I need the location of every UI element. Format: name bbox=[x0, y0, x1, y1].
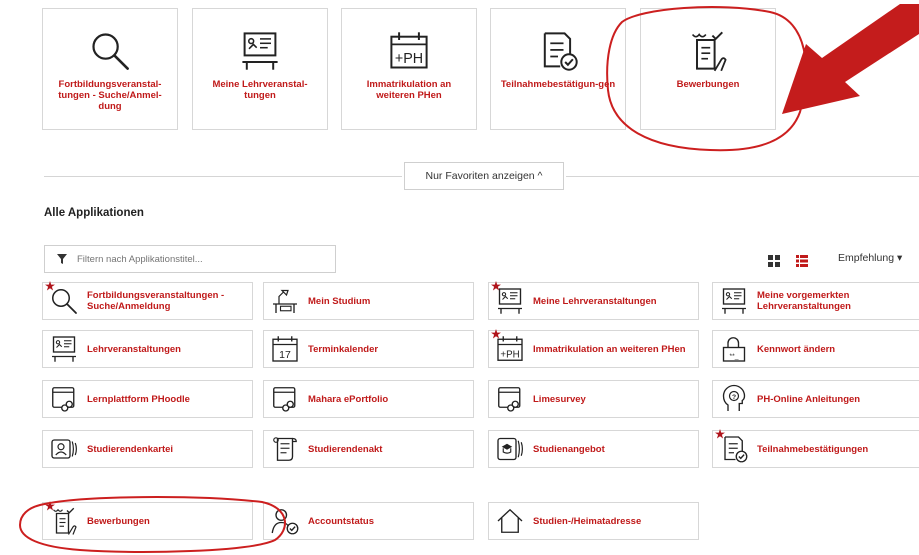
favorite-star-icon bbox=[491, 329, 501, 339]
lecture-board-icon bbox=[717, 286, 751, 316]
id-cards-icon bbox=[47, 434, 81, 464]
app-tile[interactable]: Teilnahmebestätigungen bbox=[712, 429, 919, 468]
app-tile[interactable]: Mein Studium bbox=[263, 282, 474, 320]
app-tile[interactable]: Studierendenakt bbox=[263, 430, 474, 468]
scroll-list-icon bbox=[268, 434, 302, 464]
padlock-icon bbox=[717, 334, 751, 364]
app-tile[interactable]: Studierendenkartei bbox=[42, 430, 253, 468]
app-tile[interactable]: Studien-/Heimatadresse bbox=[488, 502, 699, 540]
favorite-tile[interactable]: Meine Lehrveranstal-tungen bbox=[192, 8, 328, 130]
favorite-star-icon bbox=[45, 501, 55, 511]
app-tile[interactable]: Bewerbungen bbox=[42, 501, 253, 540]
app-tile-label: Studierendenakt bbox=[308, 443, 383, 455]
window-link-icon bbox=[47, 384, 81, 414]
app-tile-label: Mahara ePortfolio bbox=[308, 393, 389, 405]
desk-lamp-icon bbox=[268, 286, 302, 316]
house-icon bbox=[493, 506, 527, 536]
app-tile-label: Kennwort ändern bbox=[757, 343, 836, 355]
app-tile-label: Mein Studium bbox=[308, 295, 371, 307]
app-tile-label: Terminkalender bbox=[308, 343, 379, 355]
filter-box[interactable] bbox=[44, 245, 336, 273]
app-tile-label: Lehrveranstaltungen bbox=[87, 343, 181, 355]
app-tile[interactable]: Terminkalender bbox=[263, 330, 474, 368]
calendar-icon bbox=[268, 334, 302, 364]
app-tile-label: PH-Online Anleitungen bbox=[757, 393, 861, 405]
favorite-tile-label: Meine Lehrveranstal-tungen bbox=[212, 79, 308, 101]
favorite-star-icon bbox=[491, 281, 501, 291]
grid-view-icon[interactable] bbox=[768, 255, 780, 267]
window-link-icon bbox=[493, 384, 527, 414]
app-tile[interactable]: Studienangebot bbox=[488, 430, 699, 468]
app-tile-label: Studienangebot bbox=[533, 443, 605, 455]
application-form-icon bbox=[686, 29, 730, 73]
app-tile[interactable]: Lehrveranstaltungen bbox=[42, 330, 253, 368]
lecture-board-icon bbox=[47, 334, 81, 364]
favorite-star-icon bbox=[45, 281, 55, 291]
app-tile-label: Immatrikulation an weiteren PHen bbox=[533, 343, 686, 355]
app-tile-label: Accountstatus bbox=[308, 515, 374, 527]
app-tile-label: Meine vorgemerkten Lehrveranstaltungen bbox=[757, 290, 851, 312]
favorite-tile[interactable]: Teilnahmebestätigun-gen bbox=[490, 8, 626, 130]
divider-left bbox=[44, 176, 402, 177]
app-tile[interactable]: Immatrikulation an weiteren PHen bbox=[488, 329, 699, 368]
app-tile-label: Lernplattform PHoodle bbox=[87, 393, 190, 405]
certificate-check-icon bbox=[536, 29, 580, 73]
favorite-tile-label: Fortbildungsveranstal-tungen - Suche/Anm… bbox=[58, 79, 162, 112]
graduation-cards-icon bbox=[493, 434, 527, 464]
app-tile[interactable]: Mahara ePortfolio bbox=[263, 380, 474, 418]
filter-funnel-icon bbox=[57, 254, 67, 264]
favorite-tile[interactable]: Immatrikulation an weiteren PHen bbox=[341, 8, 477, 130]
favorite-tile[interactable]: Fortbildungsveranstal-tungen - Suche/Anm… bbox=[42, 8, 178, 130]
app-tile-label: Studien-/Heimatadresse bbox=[533, 515, 642, 527]
magnifier-icon bbox=[88, 29, 132, 73]
app-tile-label: Limesurvey bbox=[533, 393, 586, 405]
lecture-board-icon bbox=[238, 29, 282, 73]
app-tile[interactable]: Meine vorgemerkten Lehrveranstaltungen bbox=[712, 282, 919, 320]
plus-ph-calendar-icon bbox=[387, 29, 431, 73]
favorite-tile-label: Teilnahmebestätigun-gen bbox=[500, 79, 616, 90]
app-tile[interactable]: Limesurvey bbox=[488, 380, 699, 418]
user-check-icon bbox=[268, 506, 302, 536]
list-view-icon[interactable] bbox=[796, 255, 808, 267]
favorite-tile-label: Bewerbungen bbox=[676, 79, 740, 90]
annotation-arrow bbox=[782, 4, 919, 114]
show-favorites-only-button[interactable]: Nur Favoriten anzeigen ^ bbox=[404, 162, 564, 190]
app-tile[interactable]: Meine Lehrveranstaltungen bbox=[488, 281, 699, 320]
favorite-star-icon bbox=[715, 429, 725, 439]
favorite-tile[interactable]: Bewerbungen bbox=[640, 8, 776, 130]
head-question-icon bbox=[717, 384, 751, 414]
app-tile[interactable]: Fortbildungsveranstaltungen - Suche/Anme… bbox=[42, 281, 253, 320]
window-link-icon bbox=[268, 384, 302, 414]
app-tile-label: Fortbildungsveranstaltungen - Suche/Anme… bbox=[87, 290, 225, 312]
favorite-tile-label: Immatrikulation an weiteren PHen bbox=[366, 79, 452, 101]
app-tile-label: Meine Lehrveranstaltungen bbox=[533, 295, 657, 307]
app-tile[interactable]: PH-Online Anleitungen bbox=[712, 380, 919, 418]
app-tile[interactable]: Kennwort ändern bbox=[712, 330, 919, 368]
app-tile[interactable]: Accountstatus bbox=[263, 502, 474, 540]
app-tile-label: Teilnahmebestätigungen bbox=[757, 443, 869, 455]
divider-right bbox=[566, 176, 919, 177]
app-tile[interactable]: Lernplattform PHoodle bbox=[42, 380, 253, 418]
app-tile-label: Studierendenkartei bbox=[87, 443, 174, 455]
sort-dropdown[interactable]: Empfehlung ▾ bbox=[838, 252, 902, 264]
section-title: Alle Applikationen bbox=[44, 207, 144, 219]
app-tile-label: Bewerbungen bbox=[87, 515, 150, 527]
filter-input[interactable] bbox=[75, 252, 319, 266]
